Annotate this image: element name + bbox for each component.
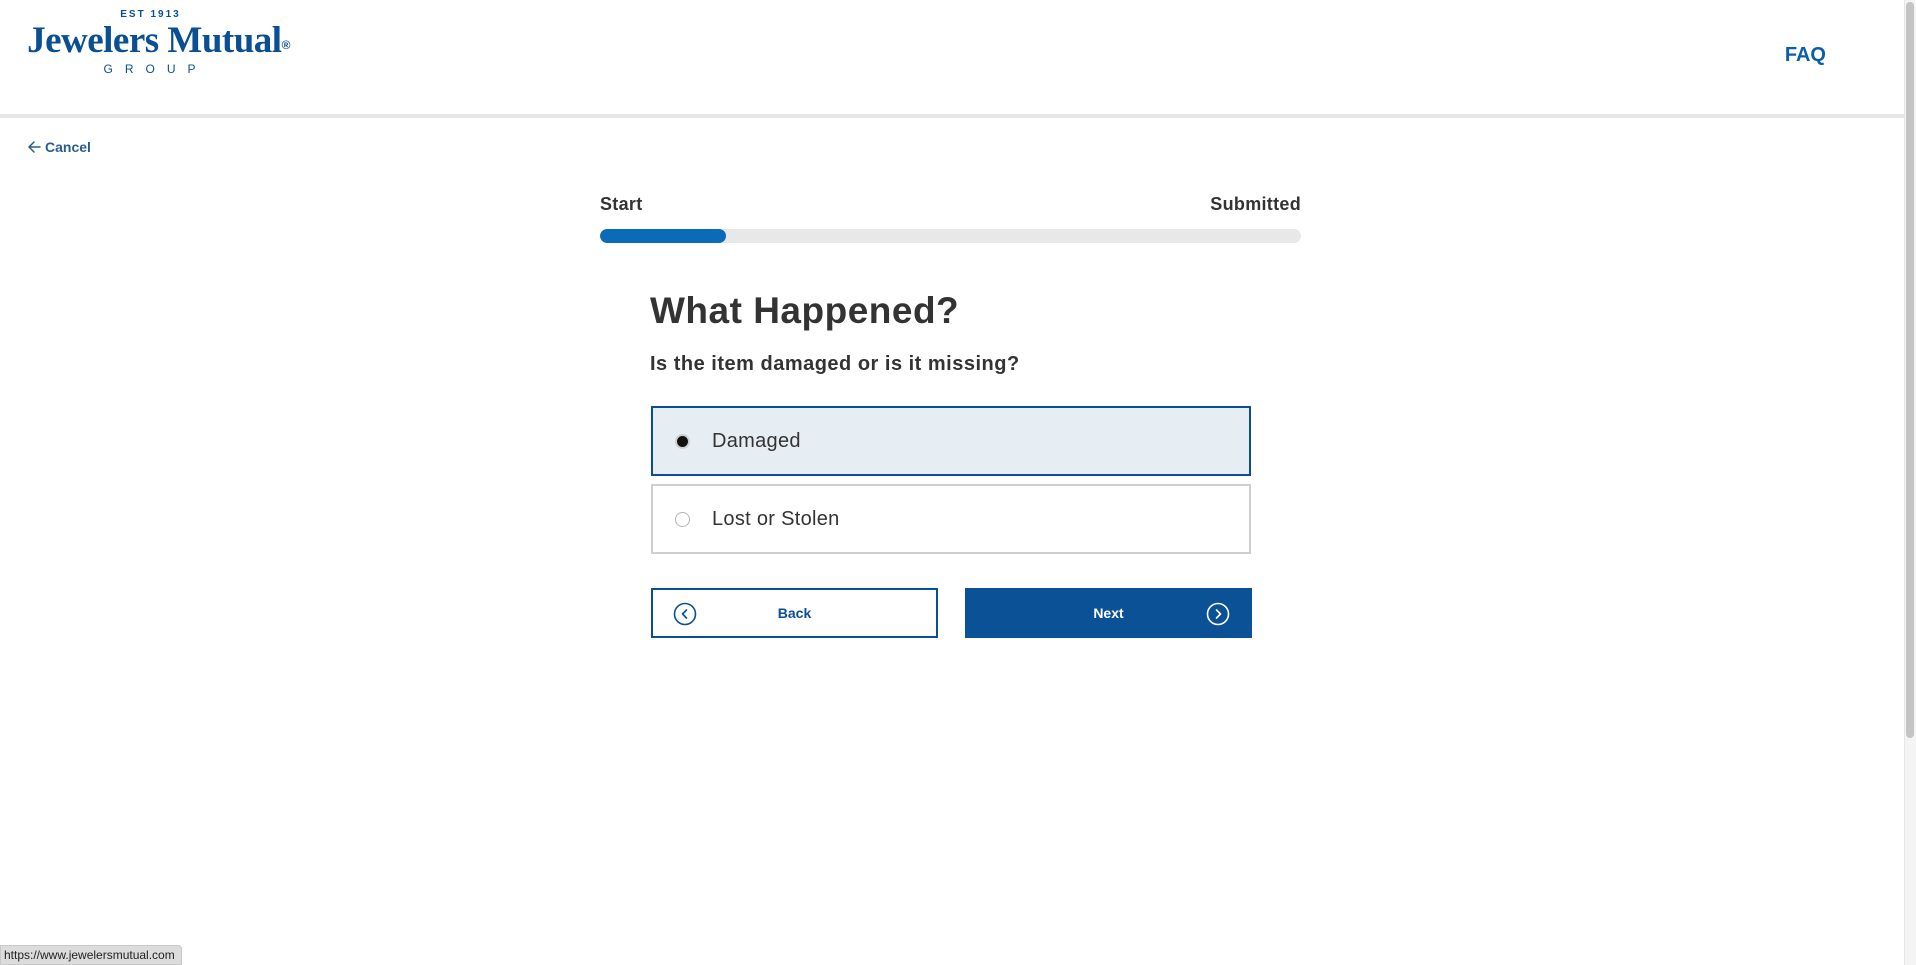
next-label: Next <box>1093 605 1124 621</box>
cancel-label: Cancel <box>45 139 91 155</box>
vertical-scrollbar[interactable] <box>1904 0 1916 965</box>
chevron-left-circle-icon <box>673 602 697 626</box>
site-header: EST 1913 Jewelers Mutual® GROUP FAQ <box>0 0 1904 118</box>
back-button[interactable]: Back <box>651 588 938 638</box>
scrollbar-thumb[interactable] <box>1906 2 1914 738</box>
logo-name: Jewelers Mutual <box>27 20 282 61</box>
progress-indicator: Start Submitted <box>600 194 1301 243</box>
faq-link[interactable]: FAQ <box>1785 44 1826 67</box>
status-bar-url: https://www.jewelersmutual.com <box>0 945 182 965</box>
question-block: What Happened? Is the item damaged or is… <box>650 290 1250 376</box>
progress-fill <box>600 229 727 243</box>
chevron-right-circle-icon <box>1206 602 1230 626</box>
logo-wordmark: Jewelers Mutual® <box>26 22 291 60</box>
answer-options: Damaged Lost or Stolen <box>651 406 1251 562</box>
cancel-link[interactable]: Cancel <box>27 139 91 155</box>
radio-button[interactable] <box>675 511 690 527</box>
option-damaged[interactable]: Damaged <box>651 406 1251 476</box>
option-label: Lost or Stolen <box>712 507 840 530</box>
logo-group: GROUP <box>103 62 208 76</box>
logo-registered: ® <box>281 38 291 52</box>
option-label: Damaged <box>712 429 801 452</box>
page-title: What Happened? <box>650 290 960 331</box>
option-lost-or-stolen[interactable]: Lost or Stolen <box>651 484 1251 554</box>
progress-labels: Start Submitted <box>600 194 1301 215</box>
back-label: Back <box>777 605 812 621</box>
navigation-buttons: Back Next <box>651 588 1252 638</box>
progress-track <box>600 229 1301 243</box>
next-button[interactable]: Next <box>965 588 1252 638</box>
arrow-left-icon <box>27 140 41 154</box>
radio-button-selected[interactable] <box>675 433 690 449</box>
progress-end-label: Submitted <box>1210 194 1301 214</box>
jewelers-mutual-logo[interactable]: EST 1913 Jewelers Mutual® GROUP <box>26 8 291 84</box>
page: EST 1913 Jewelers Mutual® GROUP FAQ Canc… <box>0 0 1916 965</box>
progress-start-label: Start <box>600 194 643 214</box>
question-subtitle: Is the item damaged or is it missing? <box>650 353 1020 375</box>
